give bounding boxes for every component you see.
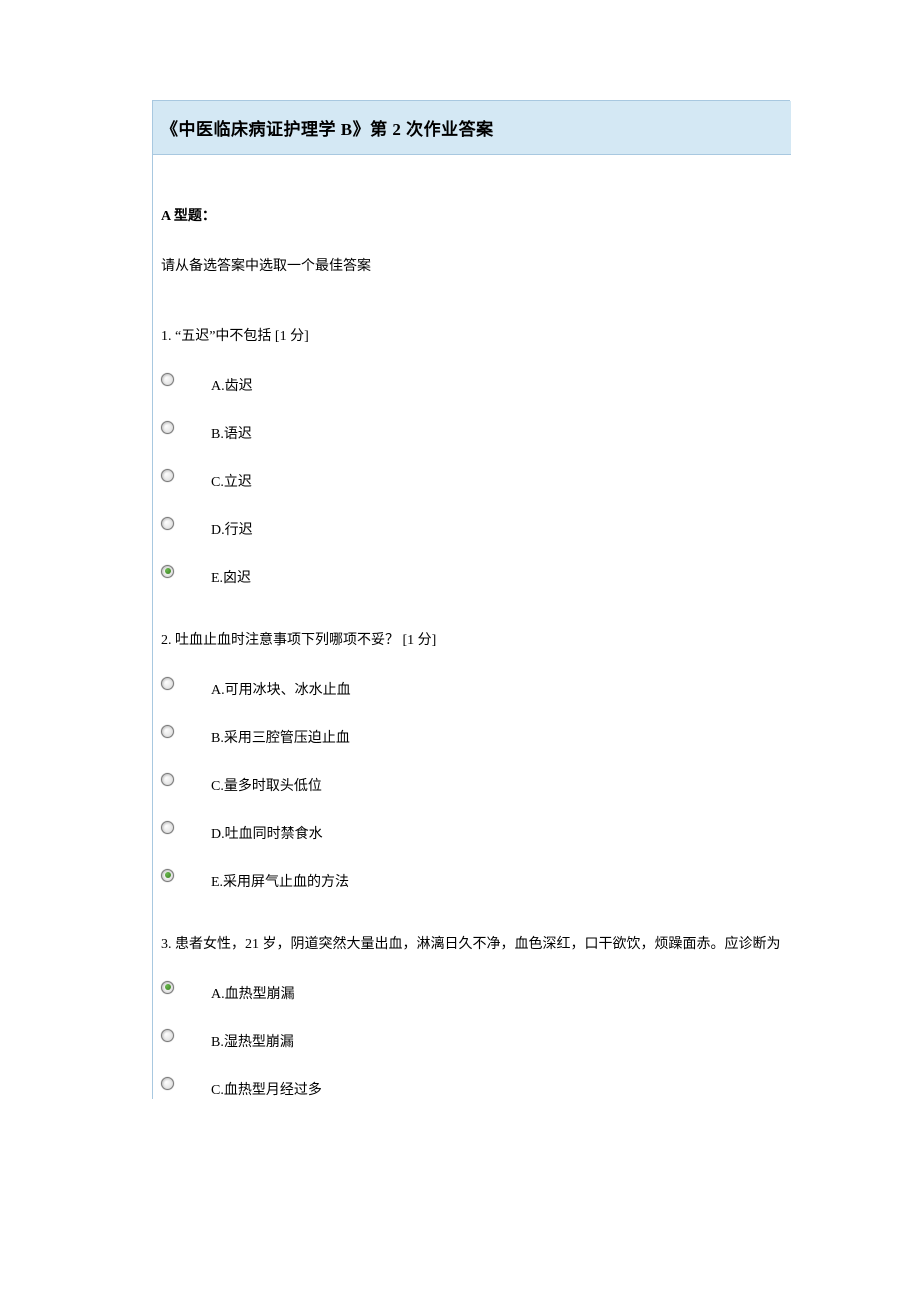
option-row: A.血热型崩漏	[153, 977, 791, 1003]
radio-icon[interactable]	[161, 677, 174, 690]
option-row: B.语迟	[153, 417, 791, 443]
page-title: 《中医临床病证护理学 B》第 2 次作业答案	[161, 120, 494, 139]
question-text: 2. 吐血止血时注意事项下列哪项不妥？ [1 分]	[153, 629, 791, 649]
radio-icon[interactable]	[161, 725, 174, 738]
section-instruction: 请从备选答案中选取一个最佳答案	[153, 255, 791, 275]
section-heading: A 型题：	[153, 205, 791, 225]
radio-icon[interactable]	[161, 869, 174, 882]
radio-icon[interactable]	[161, 773, 174, 786]
option-row: C.血热型月经过多	[153, 1073, 791, 1099]
option-label: C.量多时取头低位	[211, 769, 322, 795]
option-label: C.立迟	[211, 465, 252, 491]
radio-icon[interactable]	[161, 981, 174, 994]
question-block: 3. 患者女性，21 岁，阴道突然大量出血，淋漓日久不净，血色深红，口干欲饮，烦…	[153, 933, 791, 1099]
radio-icon[interactable]	[161, 565, 174, 578]
option-label: B.采用三腔管压迫止血	[211, 721, 350, 747]
option-label: B.湿热型崩漏	[211, 1025, 294, 1051]
option-label: B.语迟	[211, 417, 252, 443]
option-row: C.量多时取头低位	[153, 769, 791, 795]
option-row: E.囟迟	[153, 561, 791, 587]
option-row: A.可用冰块、冰水止血	[153, 673, 791, 699]
option-label: A.血热型崩漏	[211, 977, 295, 1003]
option-row: E.采用屏气止血的方法	[153, 865, 791, 891]
radio-icon[interactable]	[161, 1029, 174, 1042]
document-container: 《中医临床病证护理学 B》第 2 次作业答案 A 型题： 请从备选答案中选取一个…	[152, 100, 790, 1099]
radio-icon[interactable]	[161, 469, 174, 482]
title-bar: 《中医临床病证护理学 B》第 2 次作业答案	[153, 101, 791, 155]
option-label: A.可用冰块、冰水止血	[211, 673, 351, 699]
option-label: A.齿迟	[211, 369, 253, 395]
question-text: 3. 患者女性，21 岁，阴道突然大量出血，淋漓日久不净，血色深红，口干欲饮，烦…	[153, 933, 791, 953]
option-row: C.立迟	[153, 465, 791, 491]
option-label: C.血热型月经过多	[211, 1073, 322, 1099]
radio-icon[interactable]	[161, 373, 174, 386]
option-label: D.行迟	[211, 513, 253, 539]
option-label: E.囟迟	[211, 561, 251, 587]
option-row: A.齿迟	[153, 369, 791, 395]
radio-icon[interactable]	[161, 821, 174, 834]
option-label: D.吐血同时禁食水	[211, 817, 323, 843]
option-row: D.吐血同时禁食水	[153, 817, 791, 843]
question-block: 1. “五迟”中不包括 [1 分] A.齿迟 B.语迟 C.立迟 D.行迟 E.…	[153, 325, 791, 587]
question-text: 1. “五迟”中不包括 [1 分]	[153, 325, 791, 345]
radio-icon[interactable]	[161, 421, 174, 434]
radio-icon[interactable]	[161, 517, 174, 530]
question-block: 2. 吐血止血时注意事项下列哪项不妥？ [1 分] A.可用冰块、冰水止血 B.…	[153, 629, 791, 891]
option-row: B.湿热型崩漏	[153, 1025, 791, 1051]
option-row: D.行迟	[153, 513, 791, 539]
radio-icon[interactable]	[161, 1077, 174, 1090]
content-area: A 型题： 请从备选答案中选取一个最佳答案 1. “五迟”中不包括 [1 分] …	[153, 155, 791, 1099]
option-label: E.采用屏气止血的方法	[211, 865, 349, 891]
option-row: B.采用三腔管压迫止血	[153, 721, 791, 747]
